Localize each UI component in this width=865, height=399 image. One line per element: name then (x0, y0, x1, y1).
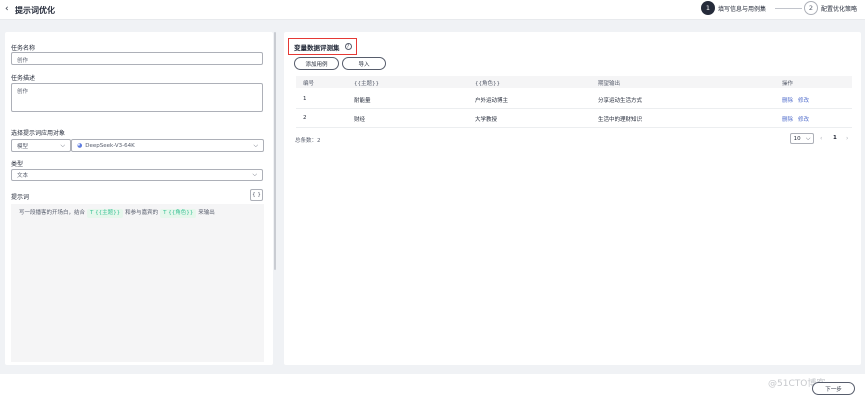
prev-page-icon[interactable]: ‹ (820, 135, 822, 142)
dataset-title: 变量数据评测集 (294, 43, 340, 52)
next-page-icon[interactable]: › (846, 135, 848, 142)
type-value: 文本 (17, 173, 29, 179)
chevron-down-icon: ⌵ (253, 141, 258, 149)
task-desc-label: 任务描述 (11, 75, 36, 82)
page-size-value: 10 (793, 135, 801, 142)
prompt-text-part: 和参与嘉宾的 (125, 210, 159, 216)
type-select[interactable]: 文本 ⌵ (11, 169, 263, 181)
row-divider (296, 127, 852, 128)
page-title: 提示词优化 (15, 6, 55, 15)
deepseek-logo-icon: ◕ (77, 142, 83, 149)
total-count: 总条数：2 (295, 138, 321, 144)
prompt-text-part: 来输出 (198, 210, 215, 216)
prompt-label: 提示词 (11, 194, 30, 201)
import-button[interactable]: 导入 (342, 57, 386, 70)
step-1-label: 填写信息与用例集 (718, 5, 767, 13)
column-header-expected: 期望输出 (598, 81, 621, 87)
step-2-number: 2 (804, 1, 818, 15)
task-desc-textarea[interactable]: 创作 (11, 83, 263, 112)
step-1: 1 填写信息与用例集 (701, 1, 766, 15)
footer-bar (0, 374, 865, 399)
target-type-select[interactable]: 模型 ⌵ (11, 139, 71, 152)
chevron-down-icon: ⌵ (805, 134, 811, 142)
model-select[interactable]: ◕ DeepSeek-V3-64K ⌵ (71, 139, 264, 152)
row-expected: 分享运动生活方式 (598, 98, 643, 104)
type-label: 类型 (11, 161, 24, 168)
row-role: 户外运动博主 (475, 98, 509, 104)
column-header-topic: {{主题}} (354, 81, 379, 87)
task-name-label: 任务名称 (11, 45, 36, 52)
edit-link[interactable]: 修改 (798, 96, 809, 104)
next-step-button[interactable]: 下一步 (812, 382, 855, 395)
column-header-actions: 操作 (782, 81, 794, 87)
column-header-id: 编号 (303, 81, 315, 87)
chevron-down-icon: ⌵ (60, 141, 65, 149)
dataset-title-highlight: 变量数据评测集 ? (288, 38, 357, 55)
back-arrow-icon[interactable]: ‹ (5, 4, 9, 14)
chevron-down-icon: ⌵ (252, 171, 257, 178)
column-header-role: {{角色}} (475, 81, 500, 87)
row-topic: 耐能量 (354, 98, 371, 104)
row-topic: 财经 (354, 117, 366, 123)
row-id: 2 (303, 115, 307, 121)
step-connector (775, 8, 802, 9)
step-2-label: 配置优化策略 (821, 5, 858, 13)
row-expected: 生活中的理财知识 (598, 117, 643, 123)
prompt-editor[interactable]: 写一段播客的开场白，结合 T {{主题}} 和参与嘉宾的 T {{角色}} 来输出 (11, 204, 264, 362)
variable-tag-topic[interactable]: T {{主题}} (87, 209, 124, 218)
help-icon[interactable]: ? (344, 43, 352, 50)
row-divider (296, 108, 852, 109)
delete-link[interactable]: 删除 (782, 96, 793, 104)
add-case-button[interactable]: 添加用例 (294, 57, 339, 70)
prompt-text-part: 写一段播客的开场白，结合 (19, 210, 86, 216)
row-role: 大学教授 (475, 117, 498, 123)
form-scrollbar[interactable] (274, 32, 276, 270)
page-size-select[interactable]: 10 ⌵ (790, 133, 814, 144)
step-1-number: 1 (701, 1, 715, 15)
table-header (296, 76, 852, 88)
row-id: 1 (303, 96, 307, 102)
model-name: DeepSeek-V3-64K (85, 142, 135, 149)
target-type-value: 模型 (17, 143, 29, 150)
delete-link[interactable]: 删除 (782, 115, 793, 123)
edit-link[interactable]: 修改 (798, 115, 809, 123)
variable-tag-role[interactable]: T {{角色}} (160, 209, 197, 218)
current-page[interactable]: 1 (833, 135, 837, 141)
target-label: 选择提示词应用对象 (11, 130, 66, 137)
step-2: 2 配置优化策略 (804, 1, 857, 15)
insert-variable-button[interactable]: { } (250, 189, 263, 201)
task-name-input[interactable]: 创作 (11, 52, 263, 65)
